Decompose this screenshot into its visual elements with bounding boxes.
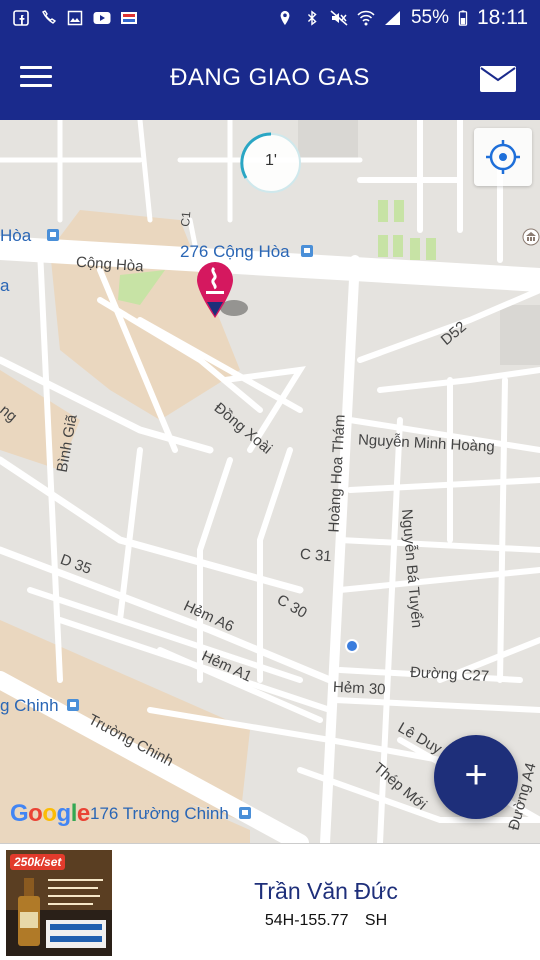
ad-image[interactable]: 250k/set — [6, 850, 112, 956]
vehicle-model: SH — [364, 912, 388, 929]
transit-icon — [239, 807, 251, 819]
battery-icon — [458, 10, 468, 26]
place-label: 276 Cộng Hòa — [180, 242, 290, 261]
mute-icon — [330, 10, 348, 26]
eta-timer: 1' — [240, 132, 302, 194]
signal-icon — [384, 11, 400, 25]
place-label: g Chinh — [0, 696, 59, 715]
my-location-button[interactable] — [474, 128, 532, 186]
mail-icon[interactable] — [480, 66, 516, 92]
ad-badge: 250k/set — [10, 854, 66, 870]
add-button[interactable]: + — [434, 735, 518, 819]
app-header: ĐANG GIAO GAS — [0, 36, 540, 120]
street-label: C 31 — [299, 545, 333, 566]
current-location-dot — [345, 639, 359, 653]
place-label: a — [0, 276, 10, 295]
vehicle-info: 54H-155.77 SH — [112, 912, 540, 930]
battery-percent: 55% — [410, 7, 449, 28]
location-icon — [280, 10, 290, 26]
gas-marker-icon[interactable] — [194, 260, 254, 322]
news-icon — [121, 12, 137, 24]
plus-icon: + — [464, 753, 488, 797]
transit-icon — [67, 699, 79, 711]
map-view[interactable]: 276 Cộng Hòa Hòa Cộng Hòa C1 a D52 Đồng … — [0, 120, 540, 843]
wifi-icon — [357, 10, 375, 26]
youtube-icon — [93, 12, 111, 24]
missed-call-icon — [42, 10, 57, 24]
google-logo: Google — [10, 800, 90, 827]
system-icons: 55% 18:11 — [276, 6, 528, 30]
driver-card[interactable]: 250k/set Trần Văn Đức 54H-155.77 SH — [0, 843, 540, 960]
place-label: 176 Trường Chinh — [90, 804, 229, 823]
facebook-icon — [13, 10, 29, 26]
transit-icon — [47, 229, 59, 241]
place-label: Hòa — [0, 226, 32, 245]
museum-icon — [522, 228, 540, 246]
notification-icons — [12, 10, 138, 26]
transit-icon — [301, 245, 313, 257]
bluetooth-icon — [307, 10, 317, 26]
clock: 18:11 — [477, 6, 528, 29]
gallery-icon — [67, 10, 83, 26]
license-plate: 54H-155.77 — [264, 912, 349, 929]
timer-text: 1' — [265, 152, 277, 169]
street-label: C1 — [178, 210, 194, 228]
map-roads — [0, 120, 540, 843]
status-bar: 55% 18:11 — [0, 0, 540, 36]
driver-name: Trần Văn Đức — [254, 878, 398, 904]
my-location-icon — [486, 140, 520, 174]
street-label: Hẻm 30 — [332, 678, 386, 699]
page-title: ĐANG GIAO GAS — [170, 64, 370, 91]
